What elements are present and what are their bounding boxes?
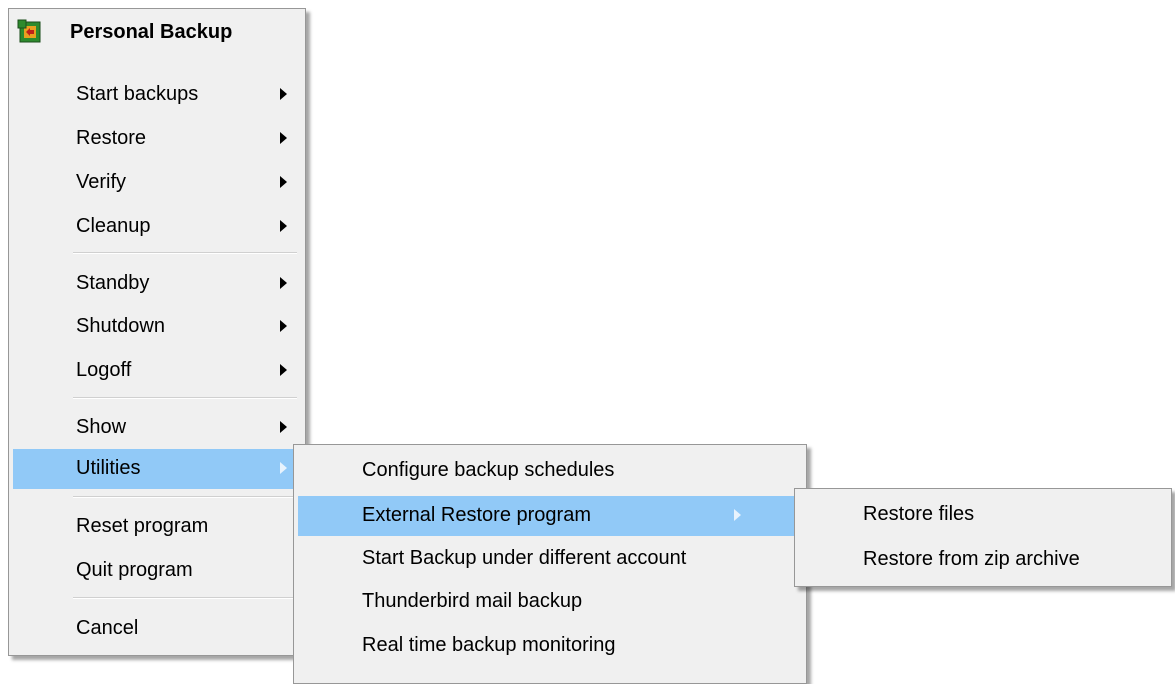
- menu-separator: [73, 252, 297, 254]
- menu-item-restore-from-zip-archive[interactable]: Restore from zip archive: [799, 540, 1167, 580]
- submenu-arrow-icon: [280, 132, 287, 144]
- menu-item-configure-backup-schedules[interactable]: Configure backup schedules: [298, 451, 802, 491]
- menu-item-cleanup[interactable]: Cleanup: [13, 207, 301, 247]
- menu-item-label: Thunderbird mail backup: [362, 590, 583, 612]
- menu-item-quit-program[interactable]: Quit program: [13, 551, 301, 591]
- menu-item-label: Logoff: [76, 359, 132, 381]
- menu-item-label: Restore files: [863, 503, 975, 525]
- menu-item-reset-program[interactable]: Reset program: [13, 507, 301, 547]
- menu-item-label: Restore from zip archive: [863, 548, 1080, 570]
- submenu-arrow-icon: [280, 320, 287, 332]
- menu-item-shutdown[interactable]: Shutdown: [13, 307, 301, 347]
- menu-item-logoff[interactable]: Logoff: [13, 351, 301, 391]
- menu-item-cancel[interactable]: Cancel: [13, 609, 301, 649]
- menu-item-label: Reset program: [76, 515, 209, 537]
- menu-item-standby[interactable]: Standby: [13, 264, 301, 304]
- menu-item-label: External Restore program: [362, 504, 591, 526]
- submenu-arrow-icon: [280, 176, 287, 188]
- menu-item-utilities[interactable]: Utilities: [13, 449, 301, 489]
- menu-item-label: Quit program: [76, 559, 193, 581]
- submenu-arrow-icon: [280, 462, 287, 474]
- menu-title: Personal Backup: [70, 21, 233, 43]
- menu-item-label: Utilities: [76, 457, 141, 479]
- submenu-arrow-icon: [734, 509, 741, 521]
- menu-item-label: Start Backup under different account: [362, 547, 687, 569]
- menu-item-label: Standby: [76, 272, 150, 294]
- menu-item-real-time-backup-monitoring[interactable]: Real time backup monitoring: [298, 626, 802, 666]
- menu-separator: [73, 397, 297, 399]
- menu-item-label: Cleanup: [76, 215, 151, 237]
- submenu-arrow-icon: [280, 277, 287, 289]
- menu-item-label: Shutdown: [76, 315, 165, 337]
- menu-item-label: Real time backup monitoring: [362, 634, 616, 656]
- menu-item-label: Verify: [76, 171, 127, 193]
- menu-item-external-restore-program[interactable]: External Restore program: [298, 496, 802, 536]
- menu-item-restore[interactable]: Restore: [13, 119, 301, 159]
- main-context-menu: Personal Backup Start backups Restore Ve…: [8, 8, 306, 656]
- menu-item-verify[interactable]: Verify: [13, 163, 301, 203]
- menu-item-thunderbird-mail-backup[interactable]: Thunderbird mail backup: [298, 582, 802, 622]
- menu-item-label: Start backups: [76, 83, 199, 105]
- menu-item-start-backups[interactable]: Start backups: [13, 75, 301, 115]
- submenu-arrow-icon: [280, 88, 287, 100]
- submenu-arrow-icon: [280, 220, 287, 232]
- menu-item-label: Show: [76, 416, 127, 438]
- menu-item-show[interactable]: Show: [13, 408, 301, 448]
- external-restore-submenu: Restore files Restore from zip archive: [794, 488, 1172, 587]
- menu-separator: [73, 597, 297, 599]
- menu-item-start-backup-different-account[interactable]: Start Backup under different account: [298, 539, 802, 579]
- menu-item-label: Cancel: [76, 617, 139, 639]
- submenu-arrow-icon: [280, 421, 287, 433]
- personal-backup-app-icon: [17, 19, 41, 43]
- menu-item-label: Configure backup schedules: [362, 459, 615, 481]
- submenu-arrow-icon: [280, 364, 287, 376]
- menu-item-label: Restore: [76, 127, 147, 149]
- menu-separator: [73, 496, 297, 498]
- utilities-submenu: Configure backup schedules External Rest…: [293, 444, 807, 684]
- menu-item-restore-files[interactable]: Restore files: [799, 495, 1167, 535]
